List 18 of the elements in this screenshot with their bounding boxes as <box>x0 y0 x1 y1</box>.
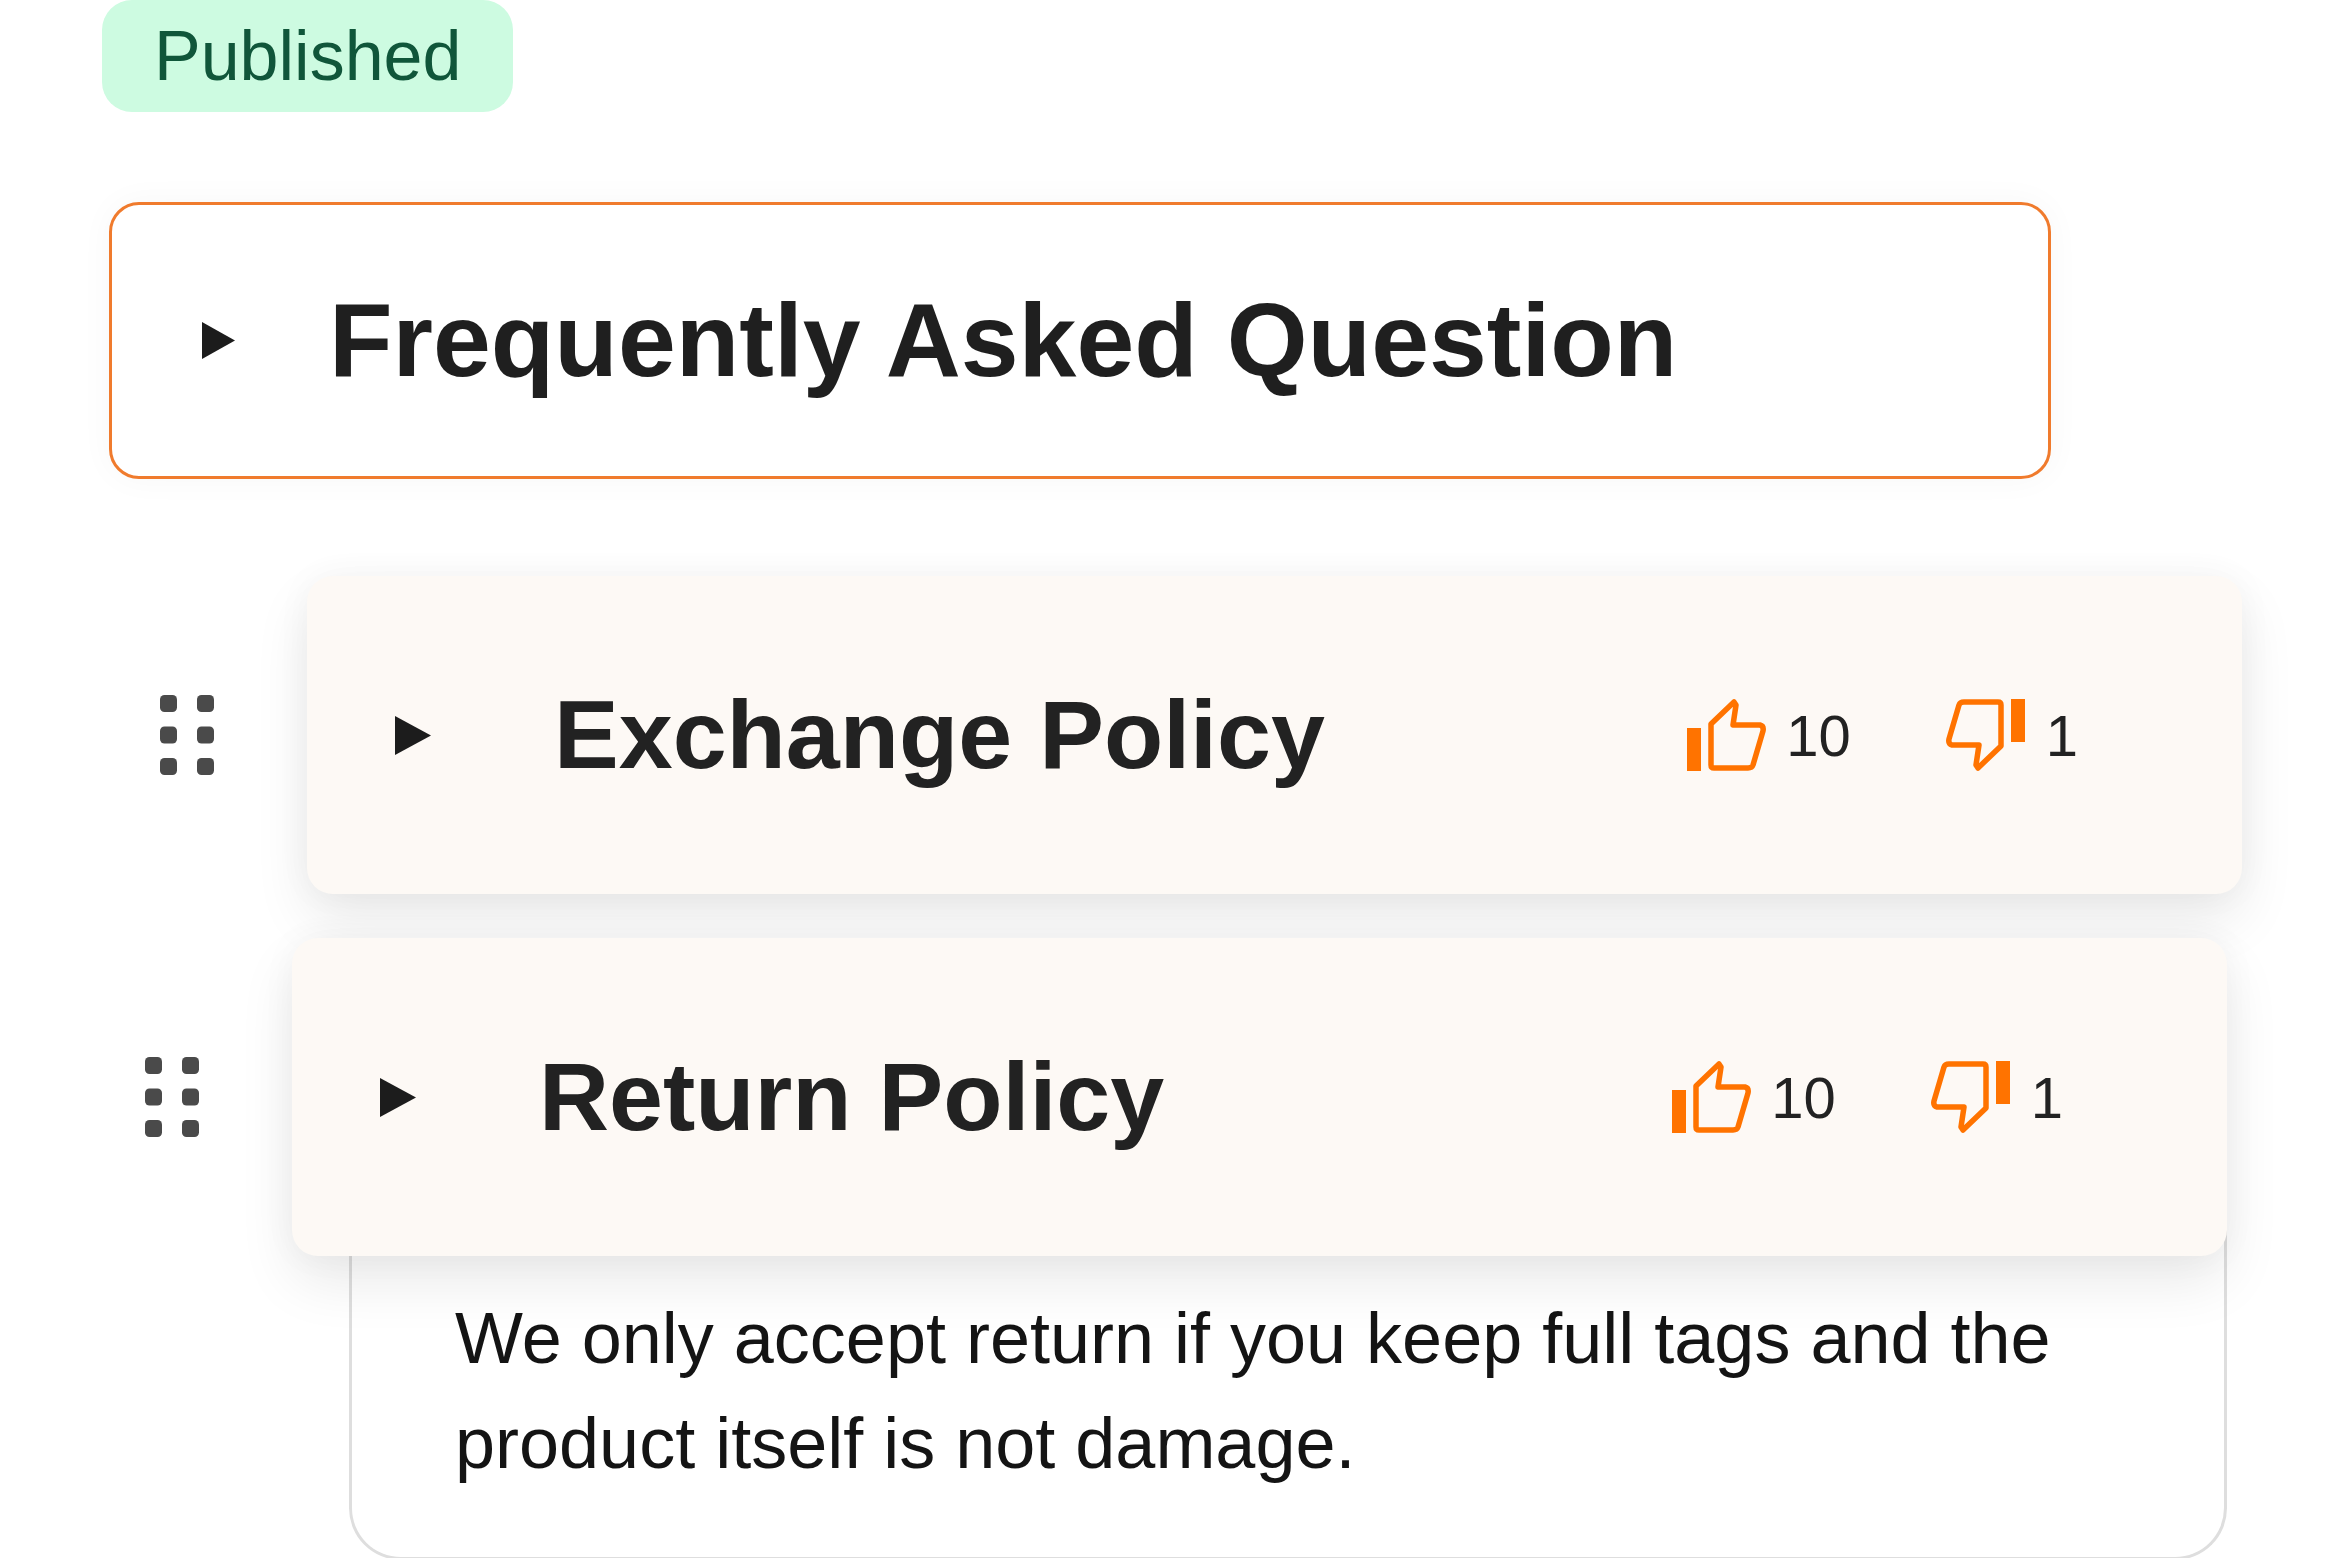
like-button[interactable]: 10 <box>1672 1061 1836 1133</box>
accordion-header[interactable]: Frequently Asked Question <box>109 202 2051 479</box>
question-title: Exchange Policy <box>554 679 1326 791</box>
caret-right-icon <box>395 715 431 755</box>
question-title: Return Policy <box>539 1041 1166 1153</box>
thumbs-up-icon <box>1672 1061 1753 1133</box>
drag-handle-icon[interactable] <box>145 1057 199 1137</box>
like-button[interactable]: 10 <box>1687 699 1851 771</box>
caret-right-icon <box>380 1077 416 1117</box>
thumbs-down-icon <box>1929 1061 2010 1133</box>
thumbs-down-icon <box>1944 699 2025 771</box>
thumbs-up-icon <box>1687 699 1768 771</box>
drag-handle-icon[interactable] <box>160 695 214 775</box>
dislike-button[interactable]: 1 <box>1929 1061 2063 1133</box>
caret-right-icon <box>202 322 235 359</box>
dislike-button[interactable]: 1 <box>1944 699 2078 771</box>
status-badge: Published <box>102 0 514 112</box>
answer-text: We only accept return if you keep full tags and the product itself is not damage. <box>455 1297 2052 1485</box>
